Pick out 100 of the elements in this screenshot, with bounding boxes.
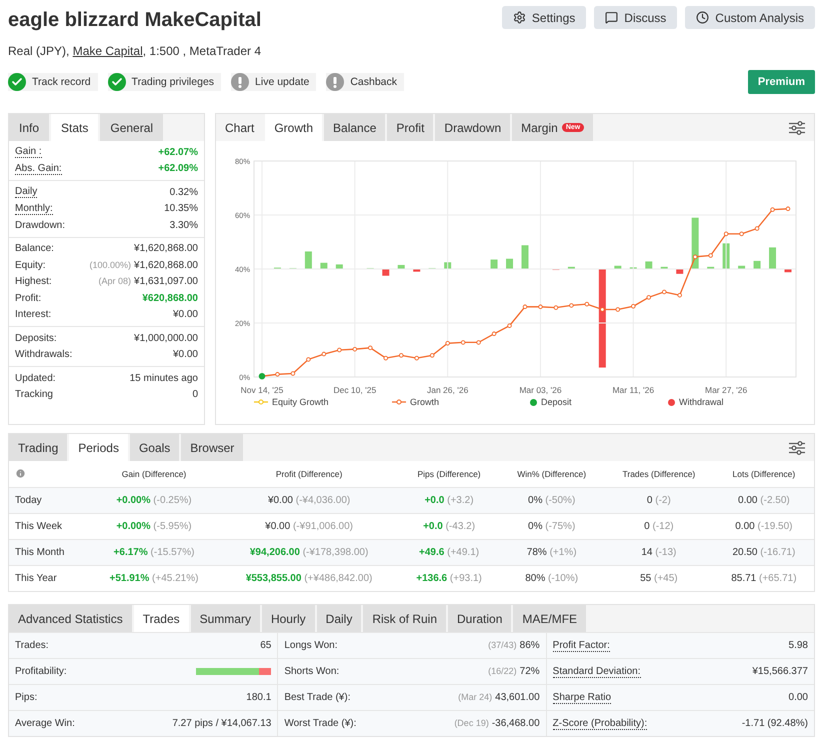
stat-value: 86% bbox=[520, 640, 540, 651]
action-button[interactable]: Settings bbox=[502, 6, 586, 29]
growth-point bbox=[368, 346, 373, 350]
stat-label: Daily bbox=[15, 186, 38, 198]
table-cell: +0.00% (-5.95%) bbox=[88, 514, 220, 540]
status-badge: Track record bbox=[8, 73, 98, 91]
growth-point bbox=[692, 254, 698, 260]
tab[interactable]: Drawdown bbox=[435, 114, 510, 141]
x-tick-label: Dec 10, '25 bbox=[333, 385, 376, 395]
stat-label: Trades: bbox=[15, 640, 49, 651]
growth-point bbox=[631, 304, 636, 308]
stat-note: (100.00%) bbox=[90, 260, 132, 270]
table-cell: 0.00 (-19.50) bbox=[714, 514, 814, 540]
growth-point bbox=[430, 353, 434, 358]
growth-point bbox=[708, 253, 713, 258]
table-cell: 80% (-10%) bbox=[499, 566, 604, 591]
stat-value: 43,601.00 bbox=[495, 692, 540, 703]
table-cell: ¥0.00 (-¥91,006.00) bbox=[219, 514, 399, 540]
growth-point bbox=[754, 226, 760, 231]
chart-heading: Chart bbox=[224, 120, 256, 134]
stat-value: ¥0.00 bbox=[172, 349, 198, 360]
growth-point bbox=[460, 340, 466, 345]
table-cell: 78% (+1%) bbox=[499, 540, 604, 566]
premium-button[interactable]: Premium bbox=[748, 70, 815, 94]
tab[interactable]: Advanced Statistics bbox=[9, 605, 132, 632]
tab[interactable]: Periods bbox=[69, 434, 128, 461]
info-icon[interactable] bbox=[15, 468, 26, 478]
period-cell: This Month bbox=[9, 540, 89, 566]
stat-value: -1.71 (92.48%) bbox=[742, 718, 808, 729]
column-header: Win% (Difference) bbox=[499, 461, 604, 488]
growth-point bbox=[662, 290, 666, 294]
tab[interactable]: Hourly bbox=[262, 605, 315, 632]
tab[interactable]: General bbox=[100, 114, 164, 141]
x-tick-label: Mar 03, '26 bbox=[519, 385, 562, 395]
tab[interactable]: Goals bbox=[130, 434, 180, 461]
table-cell: +0.0 (+3.2) bbox=[398, 488, 500, 514]
stat-value: 180.1 bbox=[246, 692, 272, 703]
filter-settings-icon[interactable] bbox=[789, 120, 805, 134]
tab[interactable]: Info bbox=[9, 114, 50, 141]
stat-label: Shorts Won: bbox=[284, 666, 340, 677]
account-title: eagle blizzard MakeCapital bbox=[8, 9, 262, 32]
growth-point bbox=[724, 232, 728, 236]
table-cell: 0.00 (-2.50) bbox=[714, 488, 814, 514]
tab[interactable]: Browser bbox=[181, 434, 244, 461]
stat-value: ¥1,620,868.00 bbox=[134, 243, 198, 254]
column-header: Profit (Difference) bbox=[219, 461, 399, 488]
tab[interactable]: MAE/MFE bbox=[513, 605, 586, 632]
column-header: Lots (Difference) bbox=[714, 461, 814, 488]
stat-label: Standard Deviation: bbox=[552, 666, 640, 678]
filter-settings-icon[interactable] bbox=[789, 440, 805, 454]
status-badge: Live update bbox=[231, 73, 316, 91]
legend-label: Growth bbox=[410, 397, 440, 407]
action-button[interactable]: Discuss bbox=[594, 6, 678, 29]
table-cell: 0 (-2) bbox=[604, 488, 714, 514]
growth-point bbox=[677, 292, 682, 298]
stat-value: 72% bbox=[520, 666, 540, 677]
stat-label: Average Win: bbox=[15, 718, 75, 729]
stat-value: 65 bbox=[260, 640, 272, 651]
stat-label: Pips: bbox=[15, 692, 38, 703]
stat-label: Tracking bbox=[15, 389, 53, 400]
table-cell: +136.6 (+93.1) bbox=[398, 566, 500, 591]
broker-link[interactable]: Make Capital bbox=[72, 44, 143, 58]
status-badge: Cashback bbox=[326, 73, 404, 91]
tab[interactable]: Balance bbox=[324, 114, 386, 141]
period-cell: Today bbox=[9, 488, 89, 514]
tab[interactable]: Summary bbox=[190, 605, 260, 632]
legend-label: Withdrawal bbox=[679, 397, 724, 407]
tab[interactable]: Trades bbox=[134, 605, 189, 632]
table-cell: 0% (-50%) bbox=[499, 488, 604, 514]
table-cell: ¥0.00 (-¥4,036.00) bbox=[219, 488, 399, 514]
stat-value: 0.32% bbox=[170, 186, 198, 198]
tab[interactable]: Daily bbox=[316, 605, 362, 632]
table-cell: +51.91% (+45.21%) bbox=[88, 566, 220, 591]
period-cell: This Year bbox=[9, 566, 89, 591]
stat-value: ¥0.00 bbox=[172, 309, 198, 320]
tab[interactable]: Trading bbox=[9, 434, 68, 461]
status-badge: Trading privileges bbox=[108, 73, 222, 91]
column-header: Trades (Difference) bbox=[604, 461, 714, 488]
growth-point bbox=[507, 323, 512, 328]
growth-point bbox=[600, 307, 605, 312]
action-button[interactable]: Custom Analysis bbox=[685, 6, 815, 29]
stat-value: 10.35% bbox=[164, 203, 198, 214]
stat-value: 0 bbox=[192, 389, 198, 400]
growth-point bbox=[290, 371, 296, 376]
tab[interactable]: Growth bbox=[265, 114, 322, 141]
stat-value: 3.30% bbox=[170, 220, 198, 231]
tab[interactable]: Profit bbox=[387, 114, 434, 141]
growth-point bbox=[414, 356, 419, 360]
growth-point bbox=[492, 332, 496, 336]
stat-label: Deposits: bbox=[15, 332, 57, 344]
growth-point bbox=[786, 206, 790, 212]
stat-label: Interest: bbox=[15, 309, 52, 320]
tab[interactable]: Duration bbox=[448, 605, 512, 632]
tab[interactable]: Risk of Ruin bbox=[363, 605, 446, 632]
table-cell: +49.6 (+49.1) bbox=[398, 540, 500, 566]
stat-value: 5.98 bbox=[788, 640, 808, 651]
stat-value: ¥620,868.00 bbox=[142, 292, 198, 304]
growth-point bbox=[337, 348, 342, 352]
column-header: Pips (Difference) bbox=[398, 461, 500, 488]
tab[interactable]: Stats bbox=[51, 114, 98, 141]
